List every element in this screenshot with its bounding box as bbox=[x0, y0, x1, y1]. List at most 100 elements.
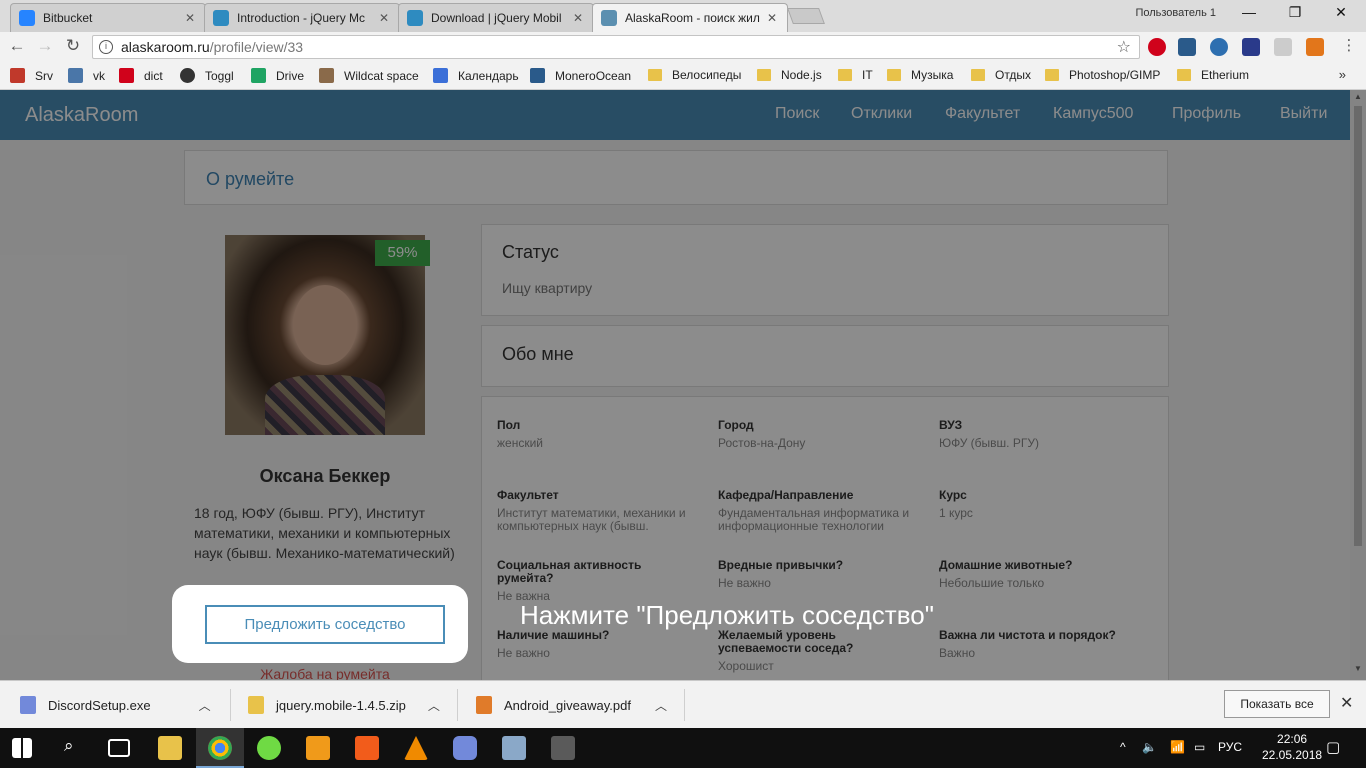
bookmark-item[interactable]: Wildcat space bbox=[319, 68, 419, 83]
bitbucket-icon bbox=[19, 10, 35, 26]
reload-icon[interactable]: ↻ bbox=[62, 36, 84, 56]
bookmark-item[interactable]: MoneroOcean bbox=[530, 68, 631, 83]
taskbar-clock[interactable]: 22:06 22.05.2018 bbox=[1262, 731, 1322, 763]
downloads-shelf: DiscordSetup.exe ︿ jquery.mobile-1.4.5.z… bbox=[0, 680, 1366, 728]
bookmark-item[interactable]: Календарь bbox=[433, 68, 519, 83]
close-icon[interactable]: ✕ bbox=[571, 11, 585, 25]
discord-icon[interactable] bbox=[453, 736, 477, 760]
bookmark-item[interactable]: Srv bbox=[10, 68, 53, 83]
chevron-up-icon[interactable]: ︿ bbox=[655, 697, 667, 714]
about-roommate-panel: О румейте bbox=[184, 150, 1168, 205]
chrome-icon[interactable] bbox=[208, 736, 232, 760]
bookmarks-more-button[interactable]: » bbox=[1339, 67, 1346, 82]
detail-field: Кафедра/Направление Фундаментальная инфор… bbox=[718, 488, 910, 533]
browser-tab[interactable]: Download | jQuery Mobil ✕ bbox=[398, 3, 594, 32]
new-tab-button[interactable] bbox=[787, 8, 825, 24]
detail-field: Вредные привычки? Не важно bbox=[718, 558, 844, 590]
bookmark-folder[interactable]: IT bbox=[838, 68, 873, 82]
vlc-icon[interactable] bbox=[404, 736, 428, 760]
close-icon[interactable]: ✕ bbox=[183, 11, 197, 25]
battery-icon[interactable]: ▭ bbox=[1194, 740, 1205, 754]
grey-extension-icon[interactable] bbox=[1274, 38, 1292, 56]
scroll-thumb[interactable] bbox=[1354, 106, 1362, 546]
page-scrollbar[interactable]: ▲ ▼ bbox=[1350, 90, 1366, 680]
show-all-downloads-button[interactable]: Показать все bbox=[1224, 690, 1330, 718]
t-extension-icon[interactable] bbox=[1178, 38, 1196, 56]
scroll-up-icon[interactable]: ▲ bbox=[1354, 92, 1362, 101]
site-brand[interactable]: AlaskaRoom bbox=[25, 104, 138, 127]
network-icon[interactable]: 📶 bbox=[1170, 740, 1185, 754]
status-text: Ищу квартиру bbox=[502, 280, 593, 296]
download-item[interactable]: DiscordSetup.exe ︿ bbox=[20, 689, 211, 721]
folder-icon bbox=[838, 69, 852, 81]
bookmark-folder[interactable]: Etherium bbox=[1177, 68, 1249, 82]
info-icon[interactable]: i bbox=[99, 40, 113, 54]
nav-search[interactable]: Поиск bbox=[775, 105, 819, 123]
close-icon[interactable]: ✕ bbox=[377, 11, 391, 25]
minimize-icon[interactable]: — bbox=[1234, 4, 1264, 20]
chevron-up-icon[interactable]: ︿ bbox=[428, 697, 440, 714]
notifications-icon[interactable]: ▢ bbox=[1326, 738, 1340, 756]
tool-icon[interactable] bbox=[551, 736, 575, 760]
nav-campus[interactable]: Кампус500 bbox=[1053, 105, 1133, 123]
windows-start-icon[interactable] bbox=[12, 738, 32, 758]
forward-icon[interactable]: → bbox=[34, 36, 56, 56]
bookmark-folder[interactable]: Музыка bbox=[887, 68, 953, 82]
detail-field: Курс 1 курс bbox=[939, 488, 973, 520]
nav-profile[interactable]: Профиль bbox=[1172, 105, 1241, 123]
browser-tab-active[interactable]: AlaskaRoom - поиск жил ✕ bbox=[592, 3, 788, 32]
bookmark-folder[interactable]: Велосипеды bbox=[648, 68, 741, 82]
complaint-link[interactable]: Жалоба на румейта bbox=[194, 666, 456, 680]
folder-icon bbox=[887, 69, 901, 81]
metamask-icon[interactable] bbox=[1306, 38, 1324, 56]
scroll-down-icon[interactable]: ▼ bbox=[1354, 664, 1362, 673]
browser-tab[interactable]: Bitbucket ✕ bbox=[10, 3, 206, 32]
bookmark-folder[interactable]: Отдых bbox=[971, 68, 1031, 82]
bookmark-item[interactable]: dict bbox=[119, 68, 163, 83]
star-icon[interactable]: ☆ bbox=[1117, 37, 1131, 57]
browser-tab[interactable]: Introduction - jQuery Mc ✕ bbox=[204, 3, 400, 32]
language-indicator[interactable]: РУС bbox=[1218, 740, 1242, 754]
bookmark-item[interactable]: vk bbox=[68, 68, 105, 83]
tray-chevron-icon[interactable]: ^ bbox=[1120, 740, 1126, 754]
download-item[interactable]: jquery.mobile-1.4.5.zip ︿ bbox=[248, 689, 440, 721]
profile-user-label[interactable]: Пользователь 1 bbox=[1135, 7, 1216, 19]
offer-roommate-button[interactable]: Предложить соседство bbox=[205, 605, 445, 644]
back-icon[interactable]: ← bbox=[6, 36, 28, 56]
bookmark-item[interactable]: Toggl bbox=[180, 68, 234, 83]
detail-field: Город Ростов-на-Дону bbox=[718, 418, 806, 450]
volume-icon[interactable]: 🔈 bbox=[1142, 740, 1157, 754]
file-explorer-icon[interactable] bbox=[158, 736, 182, 760]
address-bar[interactable]: i alaskaroom.ru/profile/view/33 ☆ bbox=[92, 35, 1140, 59]
nav-logout[interactable]: Выйти bbox=[1280, 105, 1327, 123]
close-icon[interactable]: ✕ bbox=[765, 11, 779, 25]
task-view-icon[interactable] bbox=[108, 739, 130, 757]
bookmark-folder[interactable]: Photoshop/GIMP bbox=[1045, 68, 1160, 82]
sublime-icon[interactable] bbox=[306, 736, 330, 760]
bookmark-item[interactable]: Drive bbox=[251, 68, 304, 83]
close-window-icon[interactable]: ✕ bbox=[1326, 4, 1356, 21]
app-icon[interactable] bbox=[355, 736, 379, 760]
profile-description: 18 год, ЮФУ (бывш. РГУ), Институт матема… bbox=[194, 505, 455, 561]
vk-icon bbox=[68, 68, 83, 83]
close-icon[interactable]: ✕ bbox=[1340, 693, 1353, 713]
photo-face bbox=[293, 285, 357, 365]
robot-extension-icon[interactable] bbox=[1242, 38, 1260, 56]
menu-icon[interactable]: ⋮ bbox=[1338, 36, 1360, 54]
monero-icon bbox=[530, 68, 545, 83]
detail-field: Важна ли чистота и порядок? Важно bbox=[939, 628, 1116, 660]
detail-field: ВУЗ ЮФУ (бывш. РГУ) bbox=[939, 418, 1039, 450]
jquery-icon bbox=[407, 10, 423, 26]
photo-viewer-icon[interactable] bbox=[502, 736, 526, 760]
wave-extension-icon[interactable] bbox=[1210, 38, 1228, 56]
download-item[interactable]: Android_giveaway.pdf ︿ bbox=[476, 689, 667, 721]
chevron-up-icon[interactable]: ︿ bbox=[199, 697, 211, 714]
nav-responses[interactable]: Отклики bbox=[851, 105, 912, 123]
upwork-icon[interactable] bbox=[257, 736, 281, 760]
bookmark-folder[interactable]: Node.js bbox=[757, 68, 822, 82]
maximize-icon[interactable]: ❐ bbox=[1280, 4, 1310, 21]
nav-faculty[interactable]: Факультет bbox=[945, 105, 1020, 123]
opera-extension-icon[interactable] bbox=[1148, 38, 1166, 56]
search-icon[interactable]: ⌕ bbox=[64, 736, 74, 756]
divider bbox=[684, 689, 685, 721]
